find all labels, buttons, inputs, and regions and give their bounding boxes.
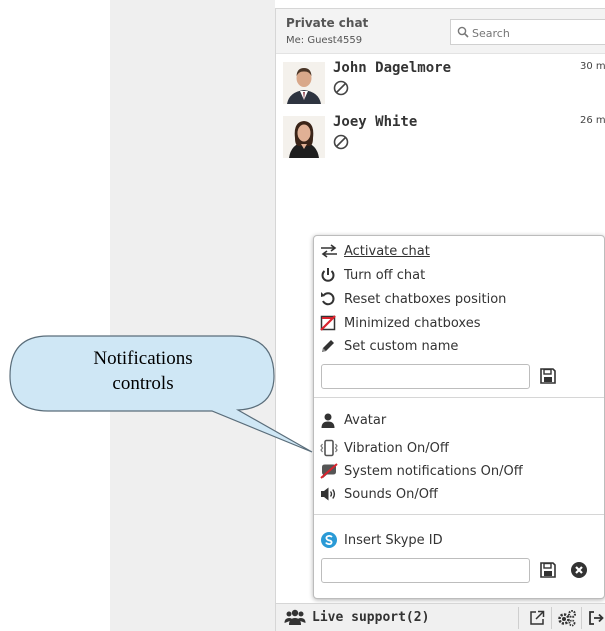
callout-line-1: Notifications (93, 348, 193, 369)
callout-line-2: controls (112, 373, 174, 394)
callout-bubble (9, 335, 313, 453)
callout-text: Notifications controls (12, 346, 274, 396)
